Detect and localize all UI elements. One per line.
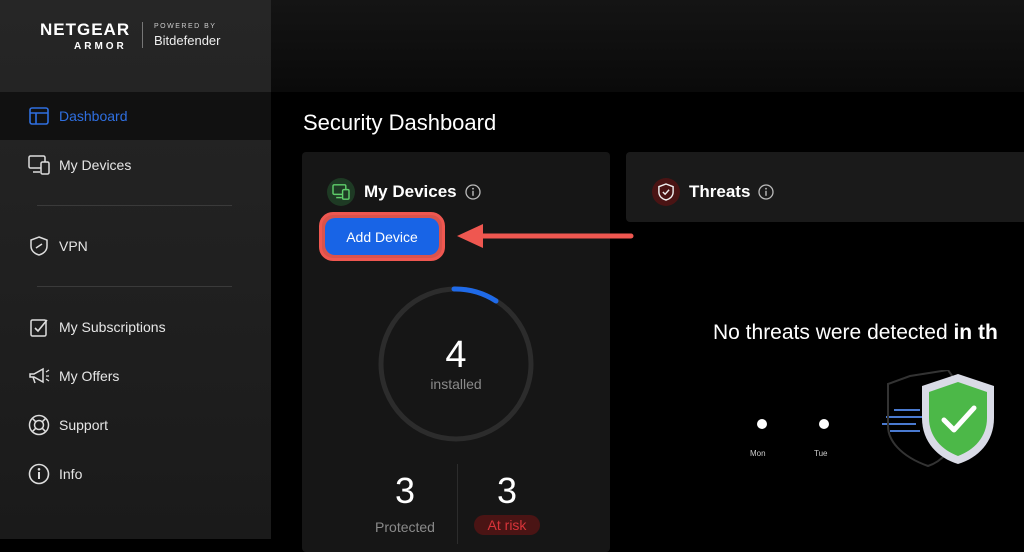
sidebar-item-my-subscriptions[interactable]: My Subscriptions (0, 303, 271, 351)
brand-logo: NETGEAR ARMOR POWERED BY Bitdefender (40, 20, 221, 52)
threats-card-title: Threats (689, 182, 751, 201)
subscriptions-icon (28, 316, 50, 338)
vpn-shield-icon (28, 235, 50, 257)
highlight-arrow (457, 224, 634, 248)
page-title: Security Dashboard (303, 110, 497, 135)
sidebar-divider (37, 205, 232, 206)
my-devices-card-title: My Devices (364, 182, 457, 201)
add-device-button[interactable]: Add Device (319, 212, 445, 261)
sidebar-item-support[interactable]: Support (0, 401, 271, 449)
sidebar-item-info[interactable]: Info (0, 450, 271, 498)
sidebar-item-dashboard[interactable]: Dashboard (0, 92, 271, 140)
protected-label: Protected (375, 519, 435, 535)
brand-partner: Bitdefender (154, 33, 221, 48)
sidebar-item-label: My Subscriptions (59, 319, 166, 335)
sidebar-item-my-offers[interactable]: My Offers (0, 352, 271, 400)
sidebar-item-label: Support (59, 417, 109, 433)
at-risk-count: 3 (496, 470, 518, 511)
installed-label: installed (430, 376, 482, 392)
no-threats-message-plain: No threats were detected (713, 321, 954, 344)
timeline-day-mon: Mon (750, 449, 766, 458)
info-icon (28, 463, 50, 485)
sidebar-item-label: VPN (59, 238, 88, 254)
protected-count: 3 (394, 470, 416, 511)
lifebuoy-icon (28, 414, 50, 436)
threat-timeline-illustration: Mon Tue (750, 370, 994, 468)
sidebar-divider (37, 286, 232, 287)
my-devices-card-header: My Devices (327, 178, 481, 206)
sidebar-item-vpn[interactable]: VPN (0, 222, 271, 270)
brand-powered-by: POWERED BY (154, 23, 217, 30)
sidebar-item-label: Dashboard (59, 108, 128, 124)
at-risk-label: At risk (457, 515, 557, 535)
sidebar-item-label: My Devices (59, 157, 132, 173)
sidebar-item-my-devices[interactable]: My Devices (0, 141, 271, 189)
timeline-day-tue: Tue (814, 449, 828, 458)
megaphone-icon (28, 365, 50, 387)
devices-icon (327, 178, 355, 206)
devices-icon (28, 154, 50, 176)
no-threats-message-bold: in th (953, 321, 998, 344)
threats-card-header-content: Threats (652, 178, 775, 206)
at-risk-badge: At risk (473, 515, 541, 535)
sidebar-item-label: Info (59, 466, 83, 482)
sidebar-item-label: My Offers (59, 368, 120, 384)
brand-name: NETGEAR (40, 20, 131, 39)
info-icon[interactable] (758, 184, 775, 200)
no-threats-message: No threats were detected in th (713, 321, 998, 345)
add-device-button-label: Add Device (325, 218, 439, 255)
dashboard-icon (28, 105, 50, 127)
brand-separator (142, 22, 143, 48)
sidebar: NETGEAR ARMOR POWERED BY Bitdefender Das… (0, 0, 271, 539)
top-bar (271, 0, 1024, 92)
info-icon[interactable] (464, 184, 481, 200)
threat-shield-icon (652, 178, 680, 206)
brand-product: ARMOR (74, 41, 127, 52)
installed-count: 4 (445, 334, 467, 376)
